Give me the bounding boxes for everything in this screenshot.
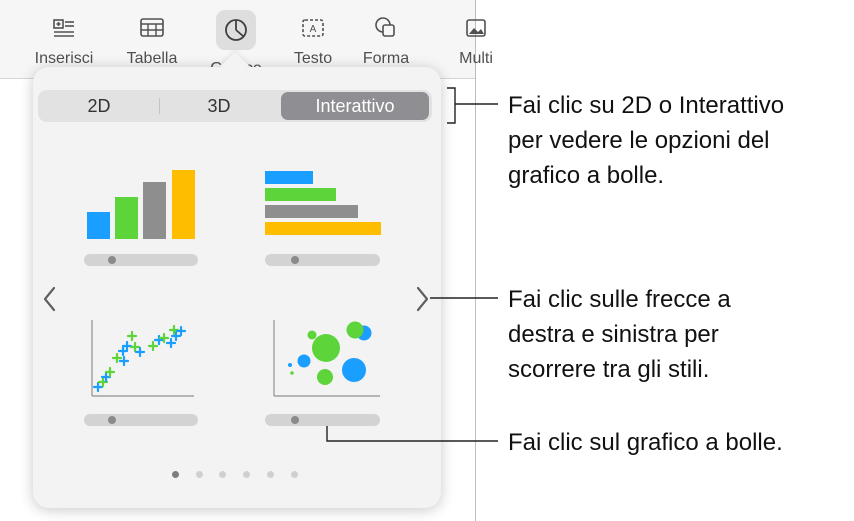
bubble-leader — [326, 426, 498, 442]
callout-tabs: Fai clic su 2D o Interattivo per vedere … — [508, 92, 785, 189]
callout-arrows: Fai clic sulle frecce a destra e sinistr… — [508, 286, 731, 383]
tabs-bracket — [447, 87, 456, 124]
callout-bubble: Fai clic sul grafico a bolle. — [508, 429, 783, 456]
